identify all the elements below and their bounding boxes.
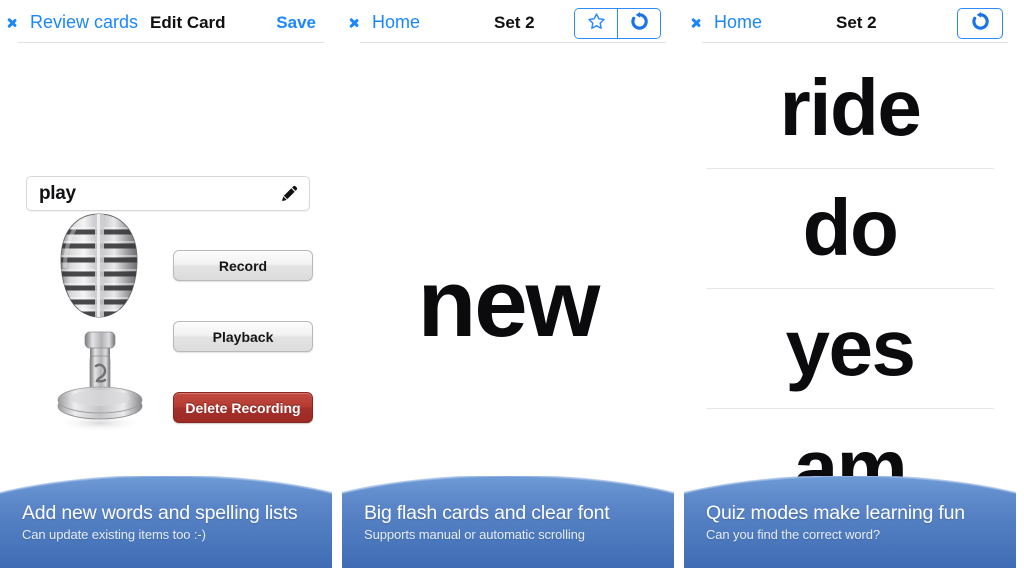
shuffle-refresh-button[interactable]	[957, 8, 1003, 39]
chevron-left-icon	[356, 13, 367, 31]
star-outline-icon	[587, 12, 606, 36]
navigation-bar: Home Set 2	[342, 0, 674, 48]
playback-button-label: Playback	[212, 328, 274, 345]
record-button-label: Record	[218, 257, 268, 274]
rotate-refresh-icon	[970, 11, 991, 37]
word-input-value: play	[39, 182, 76, 204]
record-button[interactable]: Record	[173, 250, 313, 281]
back-button-home[interactable]: Home	[356, 11, 420, 33]
list-item[interactable]: yes	[684, 288, 1016, 408]
screen-flashcard: Home Set 2 new Big flash cards and clear…	[342, 0, 674, 576]
page-title: Edit Card	[150, 13, 226, 32]
pencil-icon[interactable]	[280, 184, 299, 203]
caption-title: Quiz modes make learning fun	[706, 502, 965, 524]
caption-text-block: Add new words and spelling lists Can upd…	[22, 502, 318, 544]
shuffle-refresh-button[interactable]	[617, 9, 660, 38]
chevron-left-icon	[14, 13, 25, 31]
screen-edit-card: Review cards Edit Card Save play Record …	[0, 0, 332, 576]
microphone-image	[44, 208, 156, 438]
rotate-refresh-icon	[629, 11, 650, 37]
favorite-button[interactable]	[575, 9, 617, 38]
word-list: ride do yes am	[684, 48, 1016, 528]
back-button-label: Review cards	[30, 12, 139, 32]
caption-subtitle: Can update existing items too :-)	[22, 527, 206, 542]
word-label: ride	[779, 63, 922, 152]
list-item[interactable]: do	[684, 168, 1016, 288]
screenshot-montage: Review cards Edit Card Save play Record …	[0, 0, 1024, 576]
caption-banner: Add new words and spelling lists Can upd…	[0, 476, 332, 568]
back-button-label: Home	[714, 12, 763, 32]
word-label: yes	[785, 303, 916, 392]
screen-word-list: Home Set 2 ride do yes am Quiz modes mak…	[684, 0, 1016, 576]
caption-text-block: Big flash cards and clear font Supports …	[364, 502, 660, 544]
navigation-bar: Home Set 2	[684, 0, 1016, 48]
caption-subtitle: Can you find the correct word?	[706, 527, 881, 542]
word-label: do	[802, 183, 899, 272]
caption-banner: Quiz modes make learning fun Can you fin…	[684, 476, 1016, 568]
page-title: Set 2	[494, 13, 535, 32]
caption-banner: Big flash cards and clear font Supports …	[342, 476, 674, 568]
chevron-left-icon	[698, 13, 709, 31]
back-button-home[interactable]: Home	[698, 11, 762, 33]
segmented-control	[574, 8, 661, 39]
delete-recording-button-label: Delete Recording	[185, 399, 301, 416]
caption-text-block: Quiz modes make learning fun Can you fin…	[706, 502, 1002, 544]
delete-recording-button[interactable]: Delete Recording	[173, 392, 313, 423]
caption-title: Add new words and spelling lists	[22, 502, 298, 524]
flashcard-word: new	[417, 250, 601, 357]
caption-subtitle: Supports manual or automatic scrolling	[364, 527, 585, 542]
back-button-review-cards[interactable]: Review cards	[14, 11, 138, 33]
back-button-label: Home	[372, 12, 421, 32]
playback-button[interactable]: Playback	[173, 321, 313, 352]
navigation-bar: Review cards Edit Card Save	[0, 0, 332, 48]
word-input-field[interactable]: play	[26, 176, 310, 211]
page-title: Set 2	[836, 13, 877, 32]
list-item[interactable]: ride	[684, 48, 1016, 168]
caption-title: Big flash cards and clear font	[364, 502, 610, 524]
save-button[interactable]: Save	[276, 12, 316, 34]
